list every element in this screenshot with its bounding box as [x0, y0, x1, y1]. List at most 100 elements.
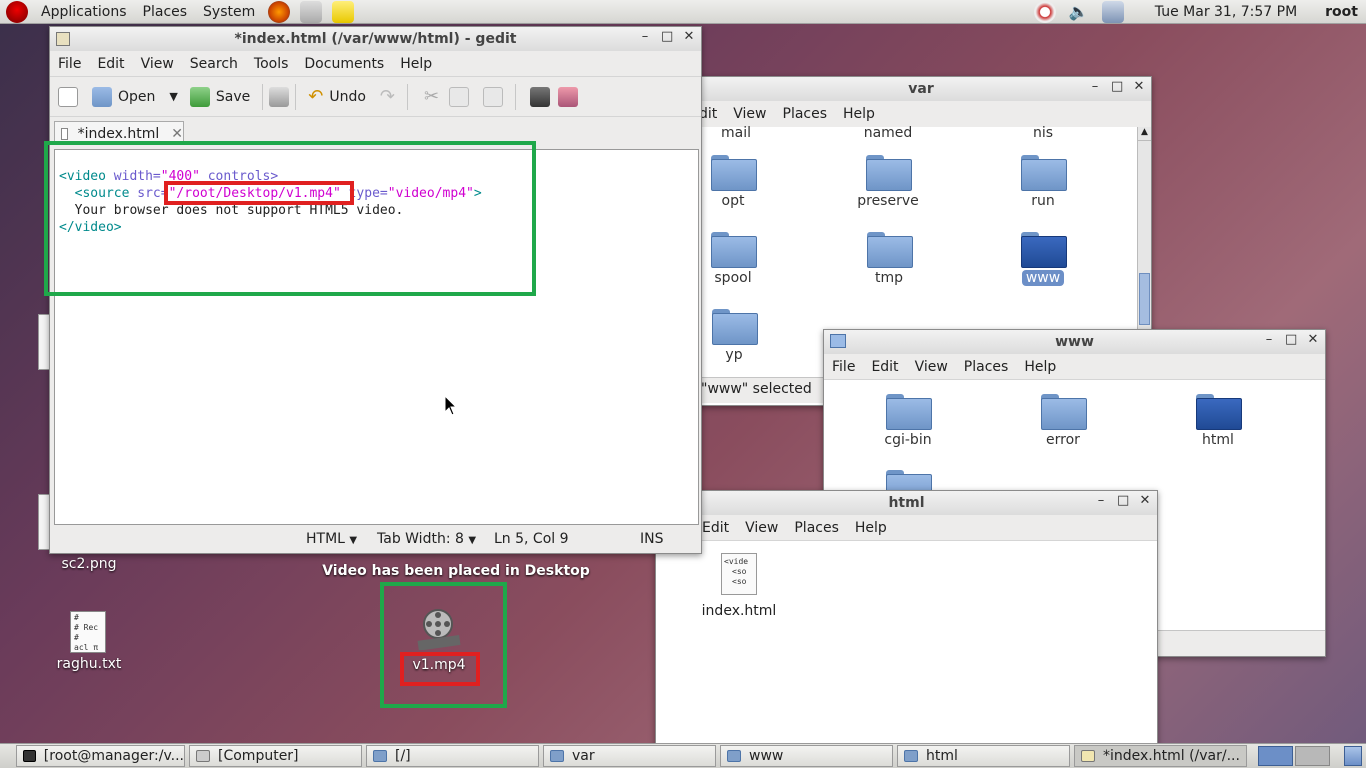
folder-tmp[interactable]: tmp [844, 230, 934, 286]
redo-icon[interactable]: ↷ [380, 86, 395, 107]
menu-edit[interactable]: Edit [863, 359, 906, 375]
menu-file[interactable]: File [824, 359, 863, 375]
maximize-button[interactable]: □ [661, 29, 673, 44]
menu-help[interactable]: Help [1016, 359, 1064, 375]
menu-help[interactable]: Help [847, 520, 895, 536]
taskbar-item-html[interactable]: html [897, 745, 1070, 767]
html-titlebar[interactable]: html – □ ✕ [656, 491, 1157, 515]
workspace-1[interactable] [1258, 746, 1293, 766]
menu-view[interactable]: View [907, 359, 956, 375]
menu-help[interactable]: Help [392, 56, 440, 72]
maximize-button[interactable]: □ [1111, 79, 1123, 94]
document-icon [61, 127, 68, 140]
video-file-icon[interactable] [414, 608, 462, 651]
print-icon[interactable] [269, 86, 290, 107]
folder-named[interactable]: named [843, 121, 933, 141]
update-icon[interactable] [1033, 0, 1056, 23]
insert-mode: INS [640, 531, 664, 547]
menu-file[interactable]: File [50, 56, 89, 72]
volume-icon[interactable]: 🔈 [1069, 2, 1089, 21]
maximize-button[interactable]: □ [1117, 493, 1129, 508]
scroll-thumb[interactable] [1139, 273, 1150, 325]
mail-icon[interactable] [300, 0, 323, 23]
folder-html[interactable]: html [1173, 392, 1263, 448]
clock[interactable]: Tue Mar 31, 7:57 PM [1155, 4, 1297, 20]
var-titlebar[interactable]: var – □ ✕ [691, 77, 1151, 101]
raghu-label[interactable]: raghu.txt [44, 656, 134, 672]
minimize-button[interactable]: – [639, 29, 651, 44]
maximize-button[interactable]: □ [1285, 332, 1297, 347]
menu-documents[interactable]: Documents [296, 56, 392, 72]
video-file-label[interactable]: v1.mp4 [404, 657, 474, 673]
user-name[interactable]: root [1325, 4, 1358, 20]
cut-icon[interactable]: ✂ [424, 86, 439, 107]
chevron-down-icon[interactable]: ▼ [169, 90, 177, 103]
tab-width-selector[interactable]: Tab Width: 8 ▼ [377, 531, 476, 547]
www-titlebar[interactable]: www – □ ✕ [824, 330, 1325, 354]
menu-help[interactable]: Help [835, 106, 883, 122]
workspace-2[interactable] [1295, 746, 1330, 766]
menu-search[interactable]: Search [182, 56, 246, 72]
gedit-titlebar[interactable]: *index.html (/var/www/html) - gedit – □ ✕ [50, 27, 701, 51]
language-label: HTML [306, 531, 345, 547]
undo-icon: ↶ [308, 86, 324, 107]
sc2-label[interactable]: sc2.png [44, 556, 134, 572]
save-label: Save [215, 88, 251, 105]
system-menu[interactable]: System [195, 0, 263, 24]
minimize-button[interactable]: – [1089, 79, 1101, 94]
taskbar-item-gedit[interactable]: *index.html (/var/... [1074, 745, 1247, 767]
menu-places[interactable]: Places [775, 106, 836, 122]
minimize-button[interactable]: – [1263, 332, 1275, 347]
folder-icon [550, 750, 564, 762]
language-selector[interactable]: HTML ▼ [306, 531, 357, 547]
menu-view[interactable]: View [133, 56, 182, 72]
menu-edit[interactable]: Edit [89, 56, 132, 72]
new-document-icon[interactable] [58, 86, 78, 107]
tab-close-icon[interactable]: ✕ [171, 126, 183, 142]
folder-run[interactable]: run [998, 153, 1088, 209]
find-replace-icon[interactable] [558, 86, 579, 107]
folder-preserve[interactable]: preserve [843, 153, 933, 209]
folder-error[interactable]: error [1018, 392, 1108, 448]
save-button[interactable]: Save [184, 86, 256, 107]
trash-icon[interactable] [1344, 746, 1362, 766]
menu-view[interactable]: View [737, 520, 786, 536]
taskbar-item-var[interactable]: var [543, 745, 716, 767]
open-button[interactable]: Open ▼ [86, 86, 184, 107]
folder-yp[interactable]: yp [689, 307, 779, 363]
close-button[interactable]: ✕ [683, 29, 695, 44]
taskbar-item-computer[interactable]: [Computer] [189, 745, 362, 767]
taskbar-item-terminal[interactable]: [root@manager:/v... [16, 745, 185, 767]
close-button[interactable]: ✕ [1133, 79, 1145, 94]
folder-mail[interactable]: mail [691, 121, 781, 141]
terminal-icon [23, 750, 36, 762]
menu-tools[interactable]: Tools [246, 56, 297, 72]
notes-icon[interactable] [332, 0, 355, 23]
taskbar-item-root[interactable]: [/] [366, 745, 539, 767]
menu-view[interactable]: View [725, 106, 774, 122]
workspace-switcher[interactable] [1258, 746, 1330, 766]
taskbar-item-www[interactable]: www [720, 745, 893, 767]
minimize-button[interactable]: – [1095, 493, 1107, 508]
menu-places[interactable]: Places [786, 520, 847, 536]
copy-icon[interactable] [449, 86, 470, 107]
undo-button[interactable]: ↶ Undo [302, 86, 372, 107]
folder-label: mail [721, 125, 751, 141]
raghu-txt-icon[interactable]: # # Rec # acl π [70, 611, 106, 653]
find-icon[interactable] [530, 86, 551, 107]
folder-cgi-bin[interactable]: cgi-bin [863, 392, 953, 448]
menu-places[interactable]: Places [956, 359, 1017, 375]
folder-label: run [1031, 193, 1055, 209]
folder-nis[interactable]: nis [998, 121, 1088, 141]
folder-www[interactable]: www [998, 230, 1088, 286]
places-menu[interactable]: Places [135, 0, 196, 24]
applications-menu[interactable]: Applications [33, 0, 135, 24]
paste-icon[interactable] [483, 86, 504, 107]
close-button[interactable]: ✕ [1139, 493, 1151, 508]
network-icon[interactable] [1101, 0, 1124, 23]
redhat-logo-icon[interactable] [6, 0, 28, 23]
close-button[interactable]: ✕ [1307, 332, 1319, 347]
var-title: var [908, 81, 934, 97]
index-html-file[interactable]: <vide <so <so index.html [694, 553, 784, 619]
firefox-icon[interactable] [268, 0, 291, 23]
